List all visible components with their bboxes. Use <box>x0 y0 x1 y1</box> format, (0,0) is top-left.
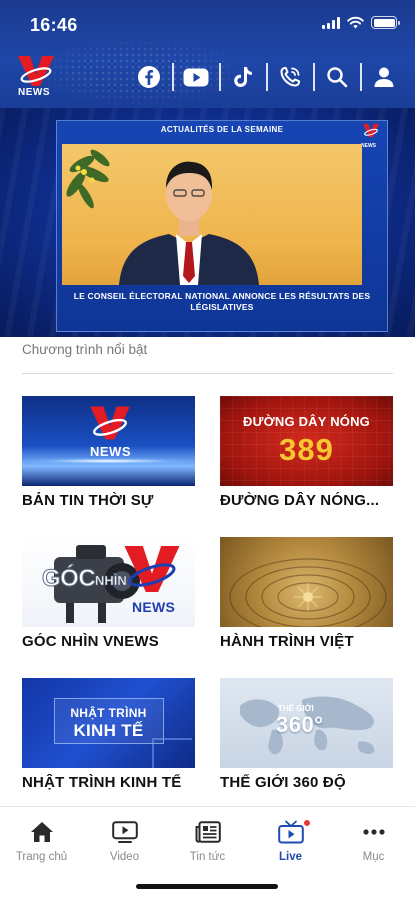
program-card-nhat-trinh-kinh-te[interactable]: NHẬT TRÌNH KINH TẾ NHẬT TRÌNH KINH TẾ <box>22 678 195 791</box>
search-button[interactable] <box>313 60 360 94</box>
program-card-ban-tin-thoi-su[interactable]: NEWS BẢN TIN THỜI SỰ <box>22 396 195 509</box>
program-title: BẢN TIN THỜI SỰ <box>22 492 154 509</box>
status-icons <box>322 16 400 29</box>
tab-news[interactable]: Tin tức <box>166 819 249 863</box>
search-icon <box>326 67 347 88</box>
program-title: GÓC NHÌN VNEWS <box>22 633 159 650</box>
live-tv-icon <box>277 820 304 844</box>
thumbnail-line2: 360° <box>276 712 324 737</box>
more-icon <box>362 829 385 835</box>
tab-label: Live <box>278 851 302 863</box>
app-header: 16:46 NEWS <box>0 0 415 108</box>
decorative-frame <box>152 738 192 768</box>
tab-home[interactable]: Trang chủ <box>0 819 83 863</box>
program-card-the-gioi-360[interactable]: THẾ GIỚI 360° THẾ GIỚI 360 ĐỘ <box>220 678 393 791</box>
program-thumbnail: NHẬT TRÌNH KINH TẾ <box>22 678 195 768</box>
speaker-figure <box>119 161 259 285</box>
program-card-goc-nhin-vnews[interactable]: GÓC NHÌN NEWS GÓC NHÌN VNEWS <box>22 537 195 650</box>
watermark-text: NEWS <box>361 143 376 149</box>
program-card-hanh-trinh-viet[interactable]: HÀNH TRÌNH VIỆT <box>220 537 393 650</box>
program-thumbnail: THẾ GIỚI 360° <box>220 678 393 768</box>
program-thumbnail: NEWS <box>22 396 195 486</box>
user-icon <box>374 67 393 87</box>
program-title: THẾ GIỚI 360 ĐỘ <box>220 774 346 791</box>
channel-watermark: NEWS <box>361 123 383 149</box>
program-title: HÀNH TRÌNH VIỆT <box>220 633 354 650</box>
home-indicator <box>136 884 278 889</box>
tab-live[interactable]: Live <box>249 819 332 863</box>
tab-more[interactable]: Mục <box>332 819 415 863</box>
featured-video-image <box>62 144 362 285</box>
wifi-icon <box>347 16 364 29</box>
tiktok-button[interactable] <box>219 60 266 94</box>
section-divider <box>22 373 393 374</box>
thumbnail-line1: NHẬT TRÌNH <box>70 706 147 720</box>
tab-label: Trang chủ <box>15 851 68 863</box>
youtube-button[interactable] <box>172 60 219 94</box>
cellular-signal-icon <box>322 16 340 29</box>
hotline-button[interactable] <box>266 60 313 94</box>
phone-icon <box>280 67 300 87</box>
thumbnail-line1: ĐƯỜNG DÂY NÓNG <box>243 414 370 429</box>
thumbnail-text: NEWS <box>90 444 131 459</box>
program-thumbnail: GÓC NHÌN NEWS <box>22 537 195 627</box>
bronze-drum-icon <box>229 558 387 627</box>
vnews-logo[interactable]: NEWS <box>16 54 56 100</box>
tiktok-icon <box>233 67 252 87</box>
section-title: Chương trình nổi bật <box>22 342 148 357</box>
featured-video-frame: ACTUALITÉS DE LA SEMAINE NEWS LE CONSEIL… <box>56 120 388 332</box>
program-title: ĐƯỜNG DÂY NÓNG... <box>220 492 380 509</box>
video-icon <box>111 821 138 843</box>
thumbnail-line2: 389 <box>279 432 334 467</box>
facebook-button[interactable] <box>125 60 172 94</box>
vnews-v-icon <box>124 546 180 592</box>
thumbnail-text-news: NEWS <box>132 599 176 615</box>
battery-icon <box>371 16 400 29</box>
program-title: NHẬT TRÌNH KINH TẾ <box>22 774 182 791</box>
logo-news-text: NEWS <box>18 87 50 98</box>
tab-label: Tin tức <box>189 851 226 863</box>
program-thumbnail <box>220 537 393 627</box>
program-card-duong-day-nong[interactable]: ĐƯỜNG DÂY NÓNG 389 ĐƯỜNG DÂY NÓNG... <box>220 396 393 509</box>
news-icon <box>195 821 221 843</box>
tab-label: Video <box>109 851 140 863</box>
account-button[interactable] <box>360 60 407 94</box>
vnews-watermark-icon <box>363 123 379 138</box>
featured-video-player[interactable]: ACTUALITÉS DE LA SEMAINE NEWS LE CONSEIL… <box>0 108 415 337</box>
youtube-icon <box>183 68 208 86</box>
live-indicator-dot <box>302 819 311 827</box>
vnews-logo-icon <box>90 406 130 440</box>
header-actions <box>125 60 407 94</box>
status-time: 16:46 <box>30 15 78 35</box>
status-bar: 16:46 <box>0 0 415 50</box>
featured-top-caption: ACTUALITÉS DE LA SEMAINE <box>160 125 284 134</box>
home-icon <box>30 822 53 842</box>
tab-video[interactable]: Video <box>83 819 166 863</box>
facebook-icon <box>137 66 160 88</box>
featured-headline: LE CONSEIL ÉLECTORAL NATIONAL ANNONCE LE… <box>73 291 371 312</box>
vnews-v-logo-icon <box>18 56 54 86</box>
thumbnail-text-goc: GÓC <box>41 565 96 593</box>
tab-label: Mục <box>362 851 385 863</box>
program-thumbnail: ĐƯỜNG DÂY NÓNG 389 <box>220 396 393 486</box>
